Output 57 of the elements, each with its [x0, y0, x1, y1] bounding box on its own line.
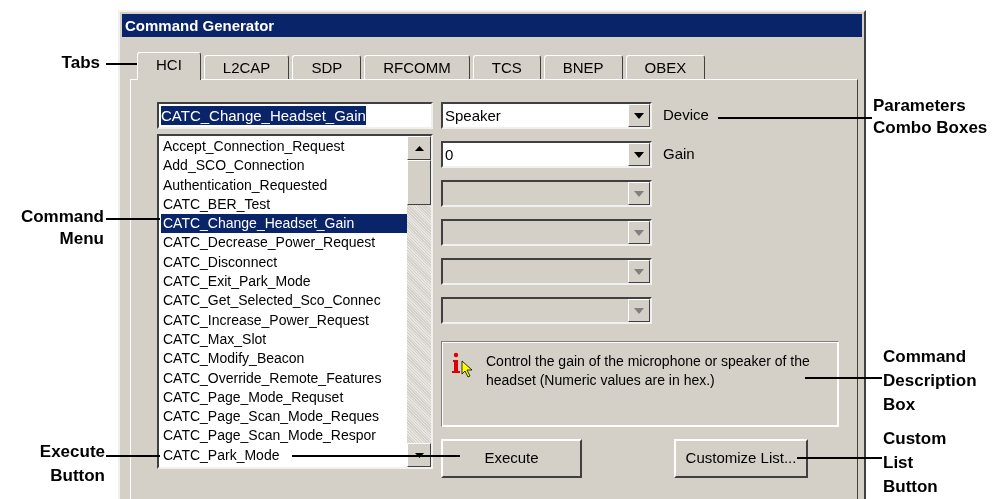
callout-label: Custom List Button [883, 428, 947, 498]
caret-icon [634, 190, 644, 197]
list-item[interactable]: CATC_Park_Mode [161, 445, 407, 466]
list-item[interactable]: CATC_Modify_Beacon [161, 349, 407, 369]
list-item[interactable]: CATC_Get_Selected_Sco_Connec [161, 291, 407, 311]
parameter-combo-box[interactable]: 0 [441, 141, 652, 168]
tab[interactable]: HCI [137, 52, 201, 80]
execute-button[interactable]: Execute [441, 439, 582, 478]
caret-icon [634, 307, 644, 314]
up-arrow-icon [414, 145, 424, 151]
callout-label: Command Description Box [883, 346, 977, 416]
selected-text: CATC_Change_Headset_Gain [161, 106, 366, 125]
list-item[interactable]: CATC_Exit_Park_Mode [161, 272, 407, 292]
callout-label: Parameters Combo Boxes [873, 95, 988, 139]
scroll-bar[interactable] [407, 136, 431, 467]
list-item[interactable]: Authentication_Requested [161, 175, 407, 195]
window-title: Command Generator [122, 14, 862, 37]
list-item[interactable]: CATC_Max_Slot [161, 329, 407, 350]
list-item[interactable]: CATC_Change_Headset_Gain [161, 214, 407, 234]
caret-icon [634, 151, 644, 158]
list-item[interactable]: CATC_Override_Remote_Features [161, 368, 407, 388]
list-item[interactable]: CATC_Decrease_Power_Request [161, 233, 407, 253]
caret-icon [634, 268, 644, 275]
dropdown-button[interactable] [628, 104, 650, 127]
customize-list-button[interactable]: Customize List... [674, 439, 808, 478]
combo-value: Speaker [444, 106, 502, 126]
combo-value: 0 [444, 145, 455, 165]
list-item[interactable]: CATC_BER_Test [161, 194, 407, 215]
callout-label: Execute Button [39, 441, 105, 487]
parameter-label: Gain [663, 144, 695, 165]
list-item[interactable]: CATC_Disconnect [161, 252, 407, 273]
callout-label: Command Menu [20, 206, 104, 250]
tab[interactable]: TCS [472, 55, 541, 79]
tab[interactable]: L2CAP [203, 55, 290, 79]
command-field[interactable]: CATC_Change_Headset_Gain [157, 102, 433, 129]
tab[interactable]: BNEP [543, 55, 623, 79]
leader-line [106, 218, 160, 220]
tab[interactable]: RFCOMM [364, 55, 470, 79]
parameter-label: Device [663, 105, 709, 126]
scroll-thumb[interactable] [407, 160, 431, 205]
list-item[interactable]: CATC_Increase_Power_Request [161, 310, 407, 330]
description-text: Control the gain of the microphone or speaker of the headset (Numeric values are in hex.) [486, 352, 811, 390]
parameter-combo-box[interactable]: Speaker [441, 102, 652, 129]
scroll-down-button[interactable] [407, 443, 431, 467]
list-item[interactable]: CATC_Page_Mode_Requset [161, 387, 407, 408]
list-item[interactable]: Accept_Connection_Request [161, 137, 407, 157]
leader-line [106, 455, 160, 457]
tab[interactable]: SDP [292, 55, 362, 79]
list-item[interactable]: CATC_Page_Scan_Mode_Reques [161, 407, 407, 427]
list-item[interactable]: CATC_Page_Scan_Mode_Respor [161, 426, 407, 446]
list-item[interactable]: Add_SCO_Connection [161, 156, 407, 176]
tab[interactable]: OBEX [625, 55, 706, 79]
caret-icon [634, 112, 644, 119]
callout-label: Tabs [61, 53, 100, 73]
scroll-up-button[interactable] [407, 136, 431, 160]
dropdown-button[interactable] [628, 143, 650, 166]
caret-icon [634, 229, 644, 236]
